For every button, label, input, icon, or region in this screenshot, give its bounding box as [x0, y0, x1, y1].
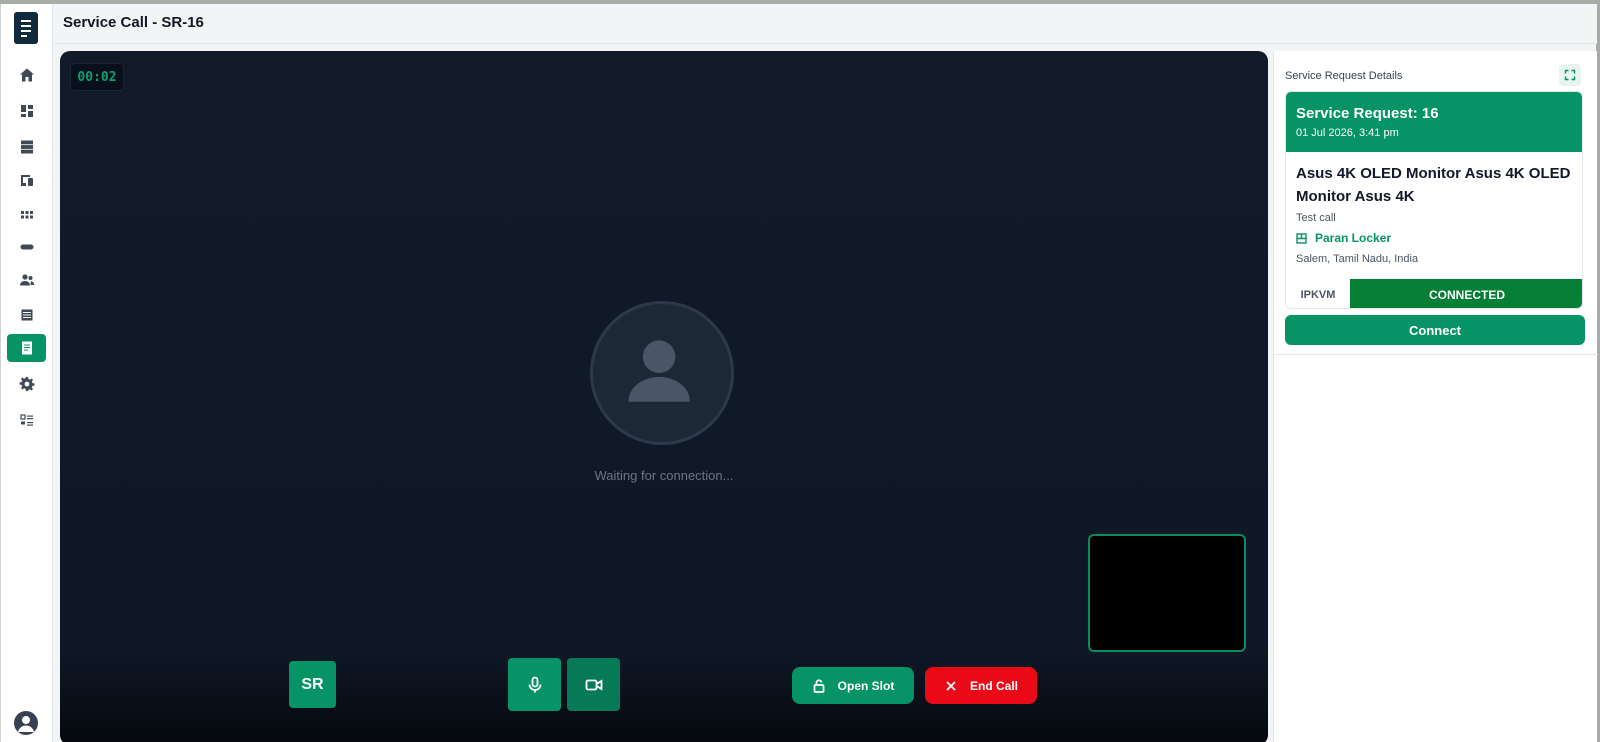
camera-button[interactable] [567, 658, 620, 711]
devices-icon[interactable] [7, 166, 46, 194]
table-icon[interactable] [7, 301, 46, 329]
page-header: Service Call - SR-16 [54, 4, 1597, 44]
dashboard-icon[interactable] [7, 97, 46, 125]
list-icon[interactable] [7, 406, 46, 434]
expand-panel-button[interactable] [1559, 64, 1581, 86]
divider [1274, 354, 1598, 355]
service-request-panel: Service Request Details Service Request:… [1273, 51, 1598, 742]
expand-icon [1564, 69, 1576, 81]
user-profile-icon[interactable] [14, 711, 38, 735]
service-request-card: Service Request: 16 01 Jul 2026, 3:41 pm… [1285, 91, 1583, 309]
location-address: Salem, Tamil Nadu, India [1296, 253, 1419, 265]
microphone-icon [528, 676, 541, 692]
controller-icon[interactable] [7, 233, 46, 261]
open-slot-button[interactable]: Open Slot [792, 667, 914, 704]
local-video-preview [1088, 534, 1246, 652]
video-call-area: 00:02 Waiting for connection... SR Open … [60, 51, 1268, 742]
video-camera-icon [585, 678, 602, 691]
participant-avatar: SR [289, 661, 336, 708]
home-icon[interactable] [7, 61, 46, 89]
product-name: Asus 4K OLED Monitor Asus 4K OLED Monito… [1296, 165, 1571, 205]
locker-icon [1296, 232, 1307, 244]
request-description: Test call [1296, 212, 1336, 224]
status-badge: CONNECTED [1350, 279, 1582, 308]
apps-grid-icon[interactable] [7, 201, 46, 229]
unlock-icon [813, 678, 825, 693]
end-call-button[interactable]: End Call [925, 667, 1037, 704]
call-timer: 00:02 [70, 63, 124, 91]
sidebar [1, 4, 53, 742]
service-request-header: Service Request: 16 01 Jul 2026, 3:41 pm [1286, 92, 1582, 152]
storage-icon[interactable] [7, 133, 46, 161]
app-logo[interactable] [14, 12, 38, 44]
service-request-title: Service Request: 16 [1296, 105, 1439, 122]
connection-status-text: Waiting for connection... [594, 468, 734, 483]
users-icon[interactable] [7, 266, 46, 294]
document-icon[interactable] [7, 334, 46, 362]
gear-icon[interactable] [7, 370, 46, 398]
open-slot-label: Open Slot [837, 678, 895, 693]
panel-title: Service Request Details [1285, 70, 1403, 82]
microphone-button[interactable] [508, 658, 561, 711]
location-name: Paran Locker [1315, 231, 1392, 245]
close-icon [946, 680, 956, 691]
location-link[interactable]: Paran Locker [1296, 231, 1391, 245]
person-icon [628, 340, 690, 402]
service-request-date: 01 Jul 2026, 3:41 pm [1296, 127, 1399, 139]
remote-avatar [590, 301, 734, 445]
device-label: IPKVM [1300, 288, 1336, 301]
connect-button[interactable]: Connect [1285, 315, 1585, 345]
page-title: Service Call - SR-16 [63, 14, 204, 31]
app-window: Service Call - SR-16 00:02 Waiting for c… [0, 4, 1598, 742]
end-call-label: End Call [969, 678, 1018, 693]
